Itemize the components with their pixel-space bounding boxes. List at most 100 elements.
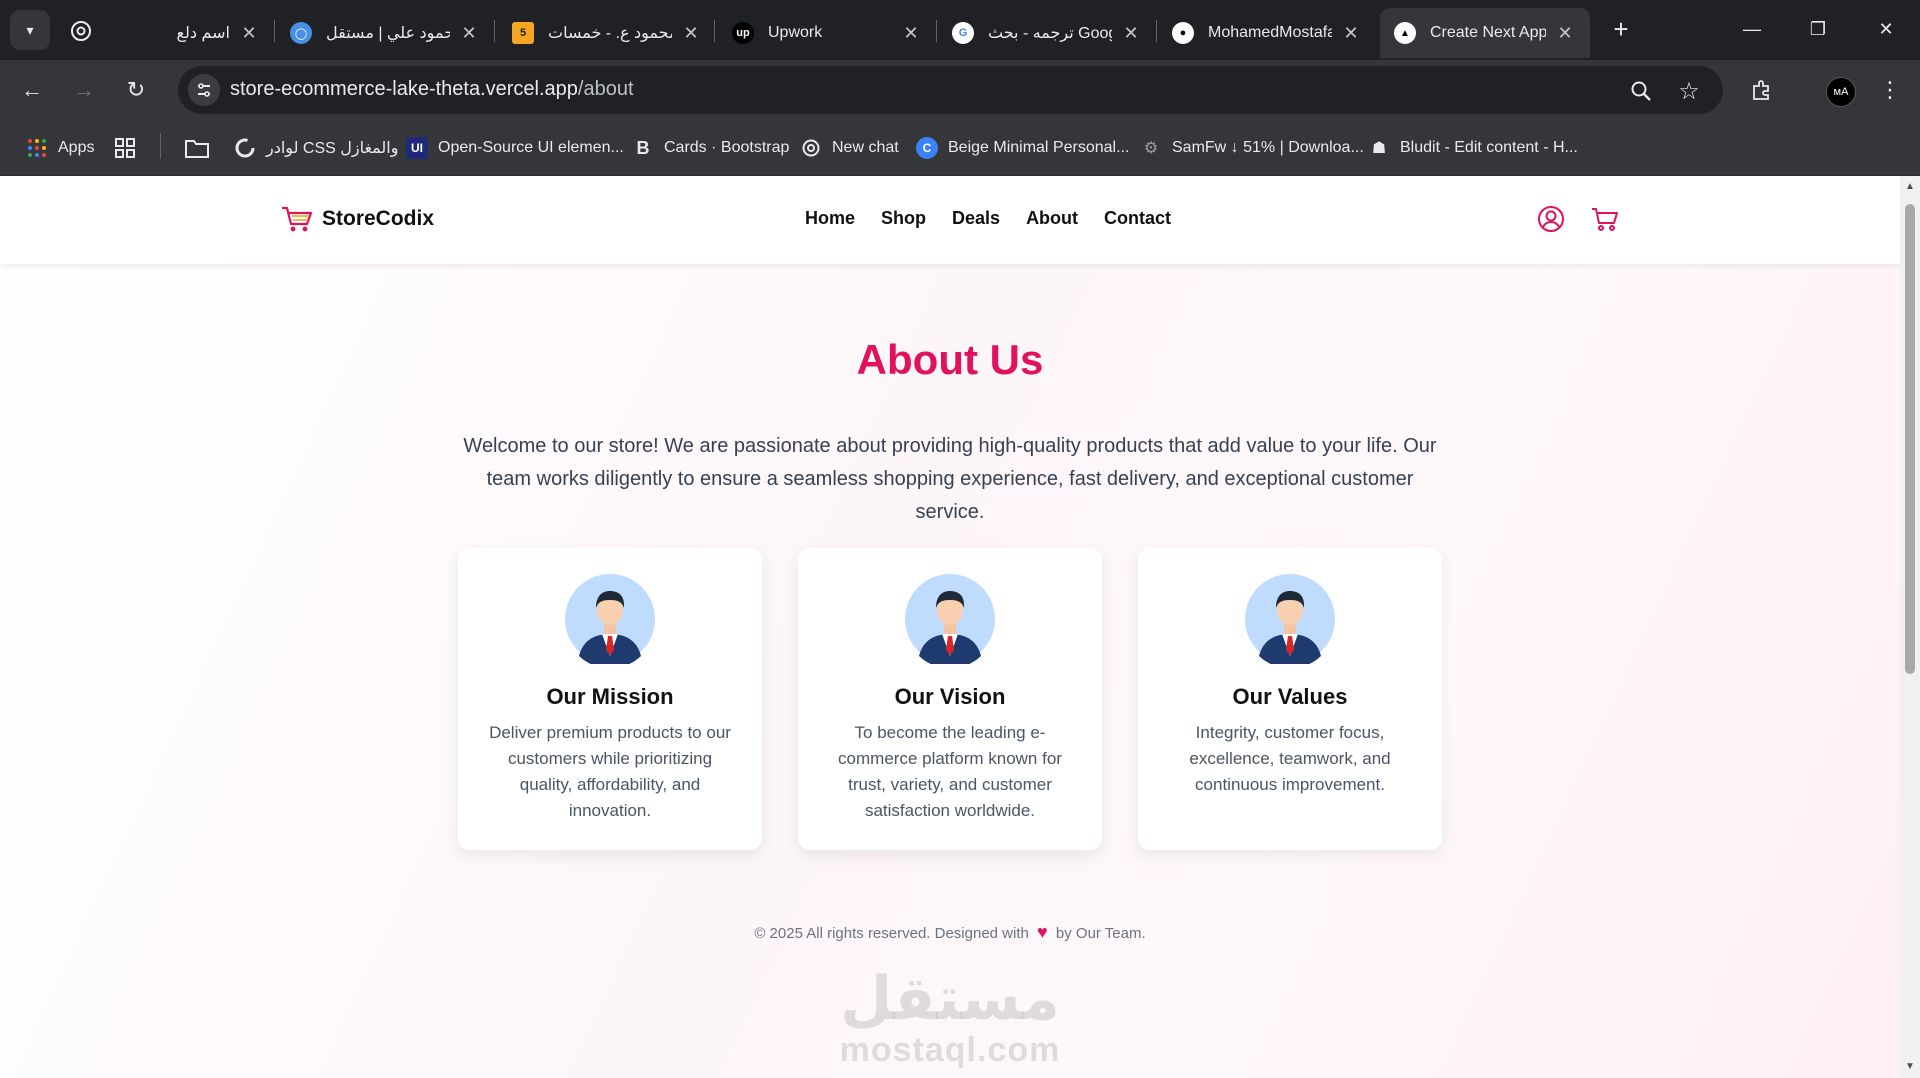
close-icon[interactable]: ✕ <box>1120 23 1142 44</box>
bookmarks-bar: Apps لوادر CSS والمغازل UI Open-Source U… <box>0 120 1920 176</box>
tab-separator <box>274 20 275 42</box>
upwork-icon: up <box>732 22 754 44</box>
url-host: store-ecommerce-lake-theta.vercel.app <box>230 78 578 100</box>
chatgpt-icon <box>71 21 91 41</box>
bookmark-apps[interactable]: Apps <box>26 133 94 163</box>
mission-card: Our Mission Deliver premium products to … <box>458 548 762 850</box>
close-icon[interactable]: ✕ <box>1554 23 1576 44</box>
extensions-icon[interactable] <box>1746 74 1778 106</box>
browser-tab-strip: ▾ اسم دلع ✕ ◯ محمود علي | مستقل ✕ 5 محمو… <box>0 0 1920 60</box>
scroll-thumb[interactable] <box>1905 204 1915 674</box>
tab-title: Upwork <box>768 24 823 41</box>
arrow-right-icon: → <box>73 77 95 102</box>
restore-button[interactable]: ❐ <box>1798 12 1838 46</box>
bookmark-bludit[interactable]: ☗ Bludit - Edit content - H... <box>1368 133 1578 163</box>
google-icon: G <box>952 22 974 44</box>
site-logo[interactable]: StoreCodix <box>280 202 434 236</box>
nav-about[interactable]: About <box>1026 208 1078 229</box>
uiverse-icon: UI <box>406 137 428 159</box>
new-tab-button[interactable]: + <box>1606 14 1636 44</box>
minimize-button[interactable]: — <box>1732 12 1772 46</box>
card-text: Integrity, customer focus, excellence, t… <box>1189 723 1391 794</box>
loader-icon <box>234 137 256 159</box>
profile-avatar[interactable]: ᴍA <box>1826 77 1856 107</box>
tab-title: محمود علي | مستقل <box>326 25 450 42</box>
tab-title: اسم دلع <box>176 25 230 42</box>
tab-2[interactable]: ◯ محمود علي | مستقل ✕ <box>290 8 480 58</box>
tab-separator <box>936 20 937 42</box>
zoom-icon[interactable] <box>1628 78 1654 104</box>
gear-icon: ⚙ <box>1143 140 1159 157</box>
apps-grid-icon <box>26 137 48 159</box>
cart-icon[interactable] <box>1590 204 1620 234</box>
tab-title: ترجمه - بحث Google <box>988 25 1112 42</box>
khamsat-icon: 5 <box>512 22 534 44</box>
nav-deals[interactable]: Deals <box>952 208 1000 229</box>
site-settings-icon[interactable] <box>188 74 220 106</box>
bookmark-new-chat[interactable]: New chat <box>800 133 899 163</box>
close-window-button[interactable]: ✕ <box>1866 12 1906 46</box>
bookmark-bootstrap-cards[interactable]: B Cards · Bootstrap <box>632 133 790 163</box>
bookmark-canva[interactable]: C Beige Minimal Personal... <box>916 133 1129 163</box>
arrow-left-icon: ← <box>21 77 43 102</box>
businessman-avatar-icon <box>1245 574 1335 664</box>
close-icon[interactable]: ✕ <box>458 23 480 44</box>
tab-1[interactable]: اسم دلع ✕ <box>120 8 260 58</box>
tab-5[interactable]: G ترجمه - بحث Google ✕ <box>952 8 1142 58</box>
browser-toolbar: ← → ↻ store-ecommerce-lake-theta.vercel.… <box>0 60 1920 120</box>
intro-paragraph: Welcome to our store! We are passionate … <box>463 435 1437 523</box>
back-button[interactable]: ← <box>16 74 48 106</box>
url-path: /about <box>577 78 634 100</box>
user-account-icon[interactable] <box>1536 204 1566 234</box>
bookmark-samfw[interactable]: ⚙ SamFw ↓ 51% | Downloa... <box>1140 133 1364 163</box>
tab-separator <box>714 20 715 42</box>
vision-card: Our Vision To become the leading e-comme… <box>798 548 1102 850</box>
tab-title: Create Next App <box>1430 24 1546 41</box>
plus-icon: + <box>1613 13 1629 44</box>
bookmark-label: Bludit - Edit content - H... <box>1400 139 1578 156</box>
card-title: Our Values <box>1232 684 1348 709</box>
chevron-down-icon: ▾ <box>26 21 34 38</box>
close-icon[interactable]: ✕ <box>1340 23 1362 44</box>
scroll-up-arrow-icon[interactable]: ▲ <box>1904 182 1916 192</box>
bookmark-uiverse[interactable]: UI Open-Source UI elemen... <box>406 133 624 163</box>
address-bar[interactable]: store-ecommerce-lake-theta.vercel.app/ab… <box>178 66 1723 114</box>
tab-search-button[interactable]: ▾ <box>10 10 50 50</box>
page-viewport: StoreCodix Home Shop Deals About Contact… <box>0 176 1900 1078</box>
bookmark-label: SamFw ↓ 51% | Downloa... <box>1172 139 1364 156</box>
bookmarks-separator <box>160 133 161 159</box>
bootstrap-icon: B <box>636 137 650 158</box>
url-text[interactable]: store-ecommerce-lake-theta.vercel.app/ab… <box>230 78 634 101</box>
mostaql-icon: ◯ <box>290 22 312 44</box>
watermark-english: mostaql.com <box>839 1031 1061 1069</box>
bludit-icon: ☗ <box>1371 140 1387 157</box>
tab-3[interactable]: 5 محمود ع. - خمسات ✕ <box>512 8 702 58</box>
folder-icon <box>185 140 209 158</box>
tab-6[interactable]: ● MohamedMostafa ✕ <box>1172 8 1362 58</box>
nav-contact[interactable]: Contact <box>1104 208 1171 229</box>
tab-7-active[interactable]: ▲ Create Next App ✕ <box>1380 8 1590 58</box>
scroll-down-arrow-icon[interactable]: ▼ <box>1904 1062 1916 1072</box>
more-menu-icon[interactable]: ⋮ <box>1874 74 1906 106</box>
businessman-avatar-icon <box>905 574 995 664</box>
main-nav: Home Shop Deals About Contact <box>805 208 1197 229</box>
close-icon: ✕ <box>1878 18 1894 39</box>
reload-icon: ↻ <box>126 77 146 102</box>
tab-4[interactable]: up Upwork ✕ <box>732 8 922 58</box>
nav-shop[interactable]: Shop <box>881 208 926 229</box>
tab-groups-button[interactable] <box>114 133 136 163</box>
forward-button[interactable]: → <box>68 74 100 106</box>
bookmark-css-loaders[interactable]: لوادر CSS والمغازل <box>234 133 398 163</box>
close-icon[interactable]: ✕ <box>900 23 922 44</box>
star-icon[interactable]: ☆ <box>1676 78 1702 105</box>
page-scrollbar[interactable]: ▲ ▼ <box>1900 176 1920 1078</box>
nav-home[interactable]: Home <box>805 208 855 229</box>
chatgpt-pinned-tab[interactable] <box>66 16 96 46</box>
bookmark-folder[interactable] <box>184 133 210 163</box>
brand-name: StoreCodix <box>322 207 435 230</box>
close-icon[interactable]: ✕ <box>680 23 702 44</box>
site-header: StoreCodix Home Shop Deals About Contact <box>0 176 1900 264</box>
heart-icon: ♥ <box>1037 922 1048 942</box>
reload-button[interactable]: ↻ <box>120 74 152 106</box>
close-icon[interactable]: ✕ <box>238 23 260 44</box>
